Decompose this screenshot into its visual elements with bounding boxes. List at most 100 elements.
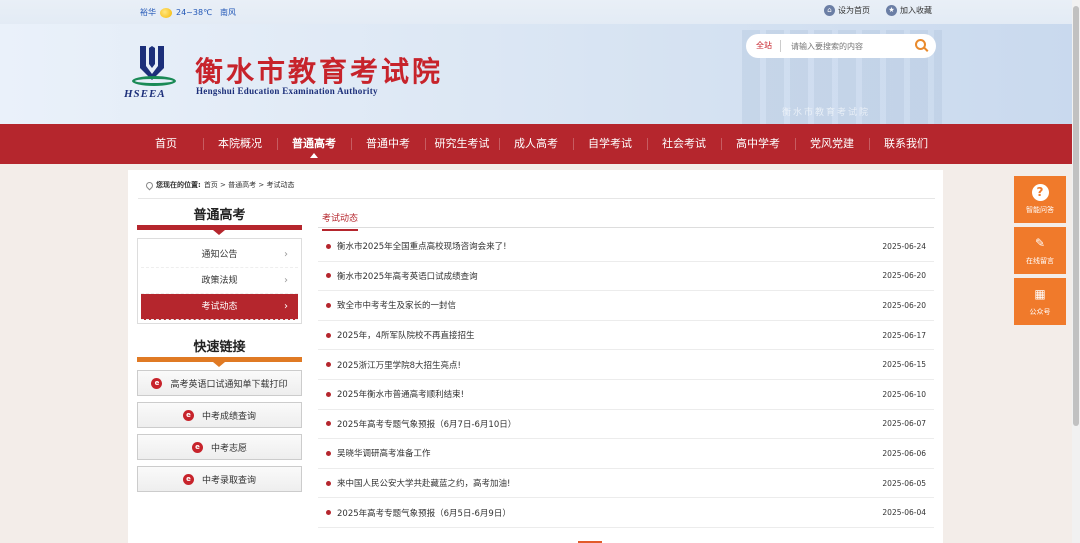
sidebar-item-policies[interactable]: 政策法规 › [141, 268, 298, 294]
bullet-icon [326, 243, 331, 249]
article-title[interactable]: 2025浙江万里学院8大招生亮点! [337, 359, 461, 371]
article-list: 衡水市2025年全国重点高校现场咨询会来了! 2025-06-24 衡水市2025… [318, 232, 934, 528]
weather-widget: 裕华 24~38℃ 南风 [140, 7, 236, 18]
quick-link-zhongkao-admission[interactable]: e 中考录取查询 [137, 466, 302, 492]
quick-link-zhongkao-application[interactable]: e 中考志愿 [137, 434, 302, 460]
qrcode-icon: ▦ [1034, 287, 1046, 301]
document-icon: e [182, 409, 194, 421]
search-scope[interactable]: 全站 [746, 40, 781, 52]
article-date: 2025-06-05 [882, 478, 926, 488]
list-item[interactable]: 2025年高考专题气象预报（6月5日-6月9日） 2025-06-04 [318, 498, 934, 528]
list-item[interactable]: 衡水市2025年高考英语口试成绩查询 2025-06-20 [318, 262, 934, 292]
article-title[interactable]: 吴晓华调研高考准备工作 [337, 447, 431, 459]
sun-icon [160, 7, 172, 18]
weather-city[interactable]: 裕华 [140, 7, 156, 18]
list-header: 考试动态 [318, 206, 934, 231]
quick-links-title: 快速链接 [137, 338, 302, 367]
nav-item-gaokao[interactable]: 普通高考 [277, 124, 351, 164]
list-item[interactable]: 2025浙江万里学院8大招生亮点! 2025-06-15 [318, 350, 934, 380]
site-title: 衡水市教育考试院 [195, 55, 444, 88]
document-icon: e [182, 473, 194, 485]
article-date: 2025-06-15 [882, 360, 926, 370]
nav-item-academic[interactable]: 高中学考 [721, 124, 795, 164]
bullet-icon [326, 332, 331, 338]
bullet-icon [326, 302, 331, 308]
question-icon: ? [1031, 184, 1049, 201]
sidebar-item-label: 考试动态 [201, 302, 238, 312]
breadcrumb-path[interactable]: 首页 > 普通高考 > 考试动态 [204, 180, 295, 190]
search-icon[interactable] [915, 39, 926, 50]
home-icon: ⌂ [824, 5, 835, 16]
floating-toolbar: ? 智能问答 ✎ 在线留言 ▦ 公众号 [1014, 176, 1066, 329]
bullet-icon [326, 450, 331, 456]
online-message-button[interactable]: ✎ 在线留言 [1014, 227, 1066, 274]
sidebar-item-exam-news[interactable]: 考试动态 › [141, 294, 298, 320]
article-title[interactable]: 致全市中考考生及家长的一封信 [337, 299, 456, 311]
article-title[interactable]: 2025年，4所军队院校不再直接招生 [337, 329, 475, 341]
article-title[interactable]: 衡水市2025年高考英语口试成绩查询 [337, 270, 478, 282]
quick-links: e 高考英语口试通知单下载打印 e 中考成绩查询 e 中考志愿 e 中考录取查询 [137, 370, 302, 492]
article-title[interactable]: 2025年衡水市普通高考顺利结束! [337, 388, 464, 400]
sidebar-item-notices[interactable]: 通知公告 › [141, 242, 298, 268]
weather-temperature: 24~38℃ [176, 8, 213, 17]
site-header: 衡水市教育考试院 HSEEA 衡水市教育考试院 Hengshui Educati… [0, 24, 1072, 124]
site-title-en: Hengshui Education Examination Authority [196, 86, 378, 96]
list-item[interactable]: 2025年衡水市普通高考顺利结束! 2025-06-10 [318, 380, 934, 410]
logo-emblem-icon [140, 46, 164, 80]
star-icon: ★ [886, 5, 897, 16]
tab-exam-news[interactable]: 考试动态 [322, 211, 359, 231]
list-item[interactable]: 衡水市2025年全国重点高校现场咨询会来了! 2025-06-24 [318, 232, 934, 262]
scrollbar[interactable] [1072, 0, 1080, 543]
breadcrumb-label: 您现在的位置: [156, 181, 201, 189]
add-favorite-link[interactable]: ★ 加入收藏 [886, 5, 932, 16]
site-logo[interactable]: HSEEA [124, 44, 186, 104]
document-icon: e [191, 441, 203, 453]
sidebar-menu: 通知公告 › 政策法规 › 考试动态 › [137, 238, 302, 324]
document-icon: e [151, 377, 163, 389]
article-date: 2025-06-06 [882, 448, 926, 458]
smart-qa-label: 智能问答 [1026, 206, 1054, 214]
list-item[interactable]: 吴晓华调研高考准备工作 2025-06-06 [318, 439, 934, 469]
article-date: 2025-06-20 [882, 271, 926, 281]
set-home-label: 设为首页 [838, 6, 870, 15]
article-date: 2025-06-07 [882, 419, 926, 429]
quick-link-english-oral-notice[interactable]: e 高考英语口试通知单下载打印 [137, 370, 302, 396]
article-date: 2025-06-24 [882, 241, 926, 251]
article-date: 2025-06-04 [882, 508, 926, 518]
article-title[interactable]: 2025年高考专题气象预报（6月7日-6月10日） [337, 418, 516, 430]
scrollbar-thumb[interactable] [1073, 6, 1079, 426]
nav-item-social[interactable]: 社会考试 [647, 124, 721, 164]
content-panel: 您现在的位置: 首页 > 普通高考 > 考试动态 普通高考 通知公告 › 政策法… [128, 170, 943, 543]
bullet-icon [326, 421, 331, 427]
nav-item-adult[interactable]: 成人高考 [499, 124, 573, 164]
nav-item-graduate[interactable]: 研究生考试 [425, 124, 499, 164]
nav-item-party[interactable]: 党风党建 [795, 124, 869, 164]
nav-item-about[interactable]: 本院概况 [203, 124, 277, 164]
list-item[interactable]: 2025年，4所军队院校不再直接招生 2025-06-17 [318, 321, 934, 351]
official-account-button[interactable]: ▦ 公众号 [1014, 278, 1066, 325]
article-title[interactable]: 2025年高考专题气象预报（6月5日-6月9日） [337, 507, 511, 519]
chevron-right-icon: › [284, 275, 288, 286]
location-pin-icon [144, 180, 155, 190]
bullet-icon [326, 273, 331, 279]
article-title[interactable]: 来中国人民公安大学共赴藏蓝之约，高考加油! [337, 477, 510, 489]
list-item[interactable]: 致全市中考考生及家长的一封信 2025-06-20 [318, 291, 934, 321]
top-bar: 裕华 24~38℃ 南风 ⌂ 设为首页 ★ 加入收藏 [0, 0, 1072, 24]
logo-ring [132, 76, 176, 86]
breadcrumb: 您现在的位置: 首页 > 普通高考 > 考试动态 [144, 180, 295, 190]
nav-item-contact[interactable]: 联系我们 [869, 124, 943, 164]
smart-qa-button[interactable]: ? 智能问答 [1014, 176, 1066, 223]
article-title[interactable]: 衡水市2025年全国重点高校现场咨询会来了! [337, 240, 507, 252]
set-home-link[interactable]: ⌂ 设为首页 [824, 5, 870, 16]
list-item[interactable]: 2025年高考专题气象预报（6月7日-6月10日） 2025-06-07 [318, 410, 934, 440]
nav-item-home[interactable]: 首页 [129, 124, 203, 164]
search-input[interactable] [791, 41, 901, 51]
list-item[interactable]: 来中国人民公安大学共赴藏蓝之约，高考加油! 2025-06-05 [318, 469, 934, 499]
bullet-icon [326, 480, 331, 486]
quick-link-label: 高考英语口试通知单下载打印 [170, 379, 288, 390]
nav-item-zhongkao[interactable]: 普通中考 [351, 124, 425, 164]
nav-item-self-study[interactable]: 自学考试 [573, 124, 647, 164]
bullet-icon [326, 391, 331, 397]
sidebar-item-label: 政策法规 [201, 276, 238, 286]
quick-link-zhongkao-score[interactable]: e 中考成绩查询 [137, 402, 302, 428]
